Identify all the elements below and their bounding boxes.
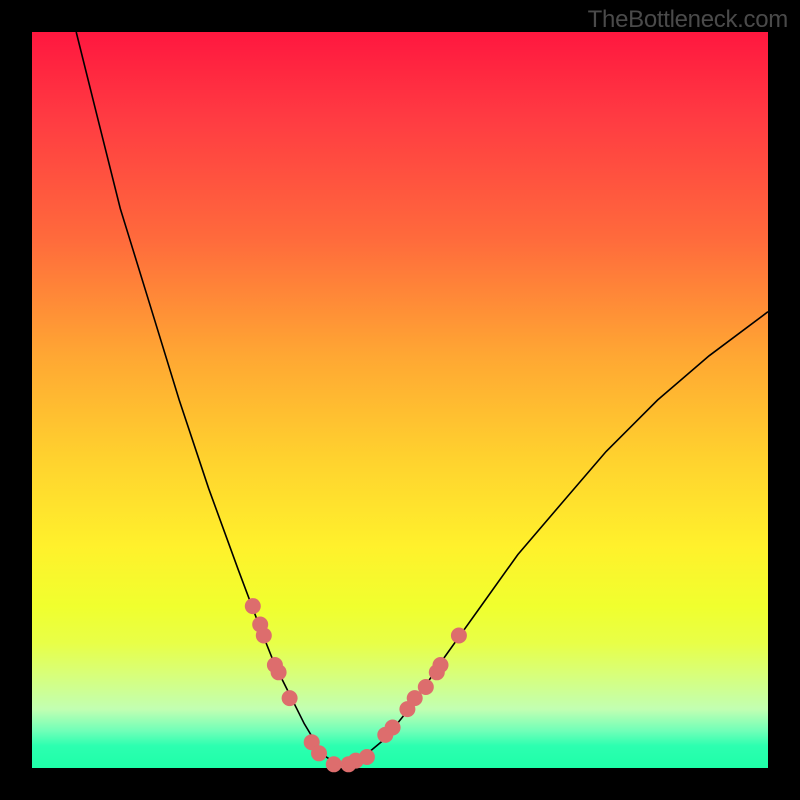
- marker-dot: [359, 749, 375, 765]
- marker-dot: [433, 657, 449, 673]
- marker-dot: [256, 628, 272, 644]
- plot-area: [32, 32, 768, 768]
- sample-markers: [245, 598, 467, 772]
- marker-dot: [282, 690, 298, 706]
- marker-dot: [385, 720, 401, 736]
- marker-dot: [418, 679, 434, 695]
- marker-dot: [326, 756, 342, 772]
- marker-dot: [245, 598, 261, 614]
- watermark-text: TheBottleneck.com: [588, 6, 788, 34]
- curve-svg: [32, 32, 768, 768]
- marker-dot: [451, 628, 467, 644]
- marker-dot: [271, 664, 287, 680]
- chart-frame: TheBottleneck.com: [0, 0, 800, 800]
- bottleneck-curve: [76, 32, 768, 764]
- marker-dot: [311, 745, 327, 761]
